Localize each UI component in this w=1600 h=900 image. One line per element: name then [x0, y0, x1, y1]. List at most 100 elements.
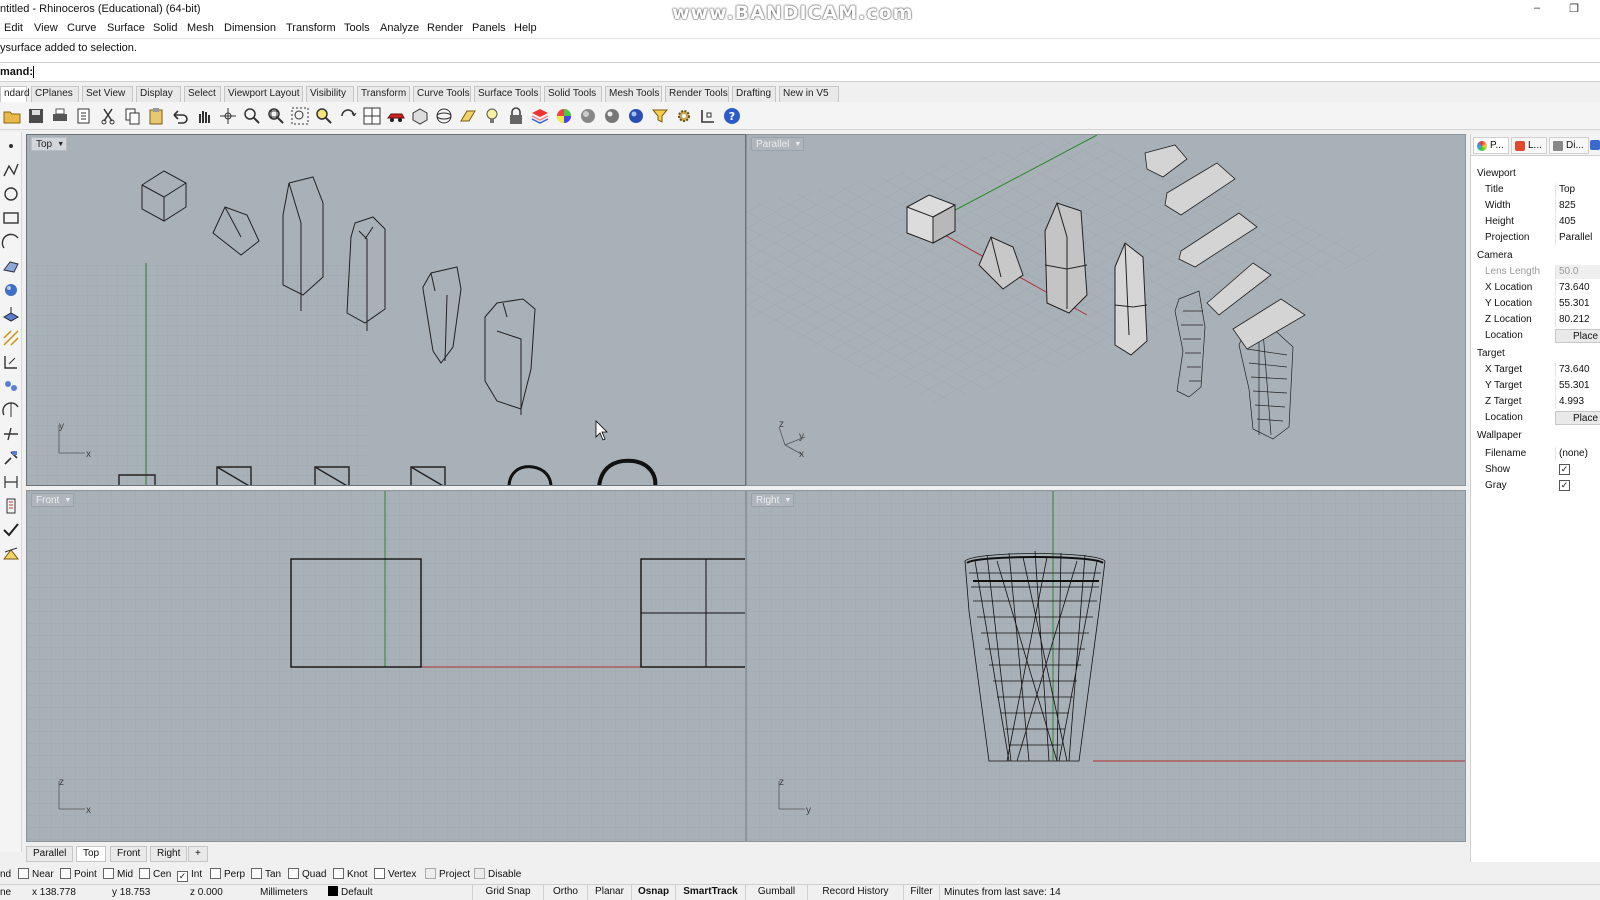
tab-layers[interactable]: L...: [1511, 137, 1547, 154]
prop-z-target[interactable]: Z Target 4.993: [1471, 394, 1600, 410]
vtab-top[interactable]: Top: [76, 846, 107, 862]
split-icon[interactable]: [1, 424, 21, 444]
tab-solid-tools[interactable]: Solid Tools: [544, 86, 602, 102]
osnap-icon[interactable]: [698, 106, 718, 126]
tab-display[interactable]: Di...: [1549, 137, 1589, 154]
prop-y-location[interactable]: Y Location 55.301: [1471, 296, 1600, 312]
smarttrack-toggle[interactable]: SmartTrack: [676, 885, 746, 900]
tab-render-tools[interactable]: Render Tools: [665, 86, 729, 102]
show-checkbox[interactable]: ✓: [1559, 464, 1570, 475]
zoom-icon[interactable]: [242, 106, 262, 126]
polyline-icon[interactable]: [1, 160, 21, 180]
arc-icon[interactable]: [1, 232, 21, 252]
open-icon[interactable]: [2, 106, 22, 126]
vtab-right[interactable]: Right: [150, 846, 188, 862]
tab-curve-tools[interactable]: Curve Tools: [413, 86, 471, 102]
four-viewports-icon[interactable]: [362, 106, 382, 126]
osnap-end[interactable]: nd: [0, 868, 11, 881]
vtab-front[interactable]: Front: [110, 846, 148, 862]
isometric-icon[interactable]: [410, 106, 430, 126]
menu-surface[interactable]: Surface: [107, 22, 145, 34]
zoom-window-icon[interactable]: [290, 106, 310, 126]
chevron-down-icon[interactable]: ▼: [64, 494, 71, 508]
osnap-near[interactable]: Near: [18, 868, 54, 881]
viewport-right[interactable]: Right ▼ z y: [746, 490, 1466, 842]
viewport-top[interactable]: Top ▼ y x: [26, 134, 746, 486]
tab-visibility[interactable]: Visibility: [306, 86, 354, 102]
tab-drafting[interactable]: Drafting: [732, 86, 776, 102]
light-icon[interactable]: [482, 106, 502, 126]
undo-icon[interactable]: [170, 106, 190, 126]
tab-mesh-tools[interactable]: Mesh Tools: [605, 86, 662, 102]
knot-checkbox[interactable]: [333, 868, 344, 879]
tab-new-in-v5[interactable]: New in V5: [779, 86, 839, 102]
color-wheel-icon[interactable]: [554, 106, 574, 126]
check-icon[interactable]: [1, 520, 21, 540]
viewport-top-label[interactable]: Top ▼: [31, 137, 68, 152]
rendered-sphere-icon[interactable]: [602, 106, 622, 126]
prop-height[interactable]: Height 405: [1471, 214, 1600, 230]
osnap-quad[interactable]: Quad: [288, 868, 326, 881]
point-checkbox[interactable]: [60, 868, 71, 879]
planar-toggle[interactable]: Planar: [588, 885, 632, 900]
rectangle-icon[interactable]: [1, 208, 21, 228]
minimize-button[interactable]: –: [1527, 2, 1547, 18]
analyze-icon[interactable]: [1, 544, 21, 564]
copy-icon[interactable]: [122, 106, 142, 126]
osnap-knot[interactable]: Knot: [333, 868, 368, 881]
menu-tools[interactable]: Tools: [344, 22, 370, 34]
tab-cplanes[interactable]: CPlanes: [31, 86, 79, 102]
tan-checkbox[interactable]: [251, 868, 262, 879]
osnap-cen[interactable]: Cen: [139, 868, 171, 881]
zoom-extents-icon[interactable]: [266, 106, 286, 126]
osnap-project[interactable]: Project: [425, 868, 470, 881]
add-viewport-tab-button[interactable]: +: [188, 846, 208, 862]
tab-display[interactable]: Display: [136, 86, 181, 102]
prop-gray[interactable]: Gray ✓: [1471, 478, 1600, 494]
sphere-view-icon[interactable]: [434, 106, 454, 126]
shaded-sphere-icon[interactable]: [578, 106, 598, 126]
osnap-tan[interactable]: Tan: [251, 868, 281, 881]
cplane-icon[interactable]: [458, 106, 478, 126]
select-filter-icon[interactable]: [650, 106, 670, 126]
menu-curve[interactable]: Curve: [67, 22, 96, 34]
gumball-toggle[interactable]: Gumball: [746, 885, 808, 900]
prop-projection[interactable]: Projection Parallel: [1471, 230, 1600, 246]
prop-title[interactable]: Title Top: [1471, 182, 1600, 198]
save-icon[interactable]: [26, 106, 46, 126]
filter-toggle[interactable]: Filter: [904, 885, 940, 900]
tab-viewport-layout[interactable]: Viewport Layout: [224, 86, 303, 102]
chevron-down-icon[interactable]: ▼: [57, 138, 64, 152]
viewport-parallel-label[interactable]: Parallel ▼: [751, 137, 805, 151]
status-cplane[interactable]: ne: [0, 886, 11, 900]
print-icon[interactable]: [50, 106, 70, 126]
quad-checkbox[interactable]: [288, 868, 299, 879]
vtab-parallel[interactable]: Parallel: [26, 846, 74, 862]
record-history-toggle[interactable]: Record History: [808, 885, 904, 900]
target-place-button[interactable]: Place: [1555, 411, 1600, 425]
zoom-selected-icon[interactable]: [314, 106, 334, 126]
tab-standard[interactable]: ndard: [0, 86, 30, 102]
text-icon[interactable]: [1, 496, 21, 516]
command-line[interactable]: mand:: [0, 62, 1600, 82]
import-icon[interactable]: [74, 106, 94, 126]
mid-checkbox[interactable]: [103, 868, 114, 879]
vertex-checkbox[interactable]: [374, 868, 385, 879]
menu-help[interactable]: Help: [514, 22, 537, 34]
perp-checkbox[interactable]: [210, 868, 221, 879]
menu-panels[interactable]: Panels: [472, 22, 506, 34]
menu-solid[interactable]: Solid: [153, 22, 177, 34]
transform-icon[interactable]: [1, 352, 21, 372]
paste-icon[interactable]: [146, 106, 166, 126]
prop-y-target[interactable]: Y Target 55.301: [1471, 378, 1600, 394]
lock-icon[interactable]: [506, 106, 526, 126]
dimension-icon[interactable]: [1, 472, 21, 492]
osnap-point[interactable]: Point: [60, 868, 97, 881]
viewport-front-label[interactable]: Front ▼: [31, 493, 75, 508]
render-blue-sphere-icon[interactable]: [626, 106, 646, 126]
disable-checkbox[interactable]: [474, 868, 485, 879]
prop-show[interactable]: Show ✓: [1471, 462, 1600, 478]
menu-edit[interactable]: Edit: [4, 22, 23, 34]
int-checkbox[interactable]: ✓: [177, 871, 188, 882]
menu-transform[interactable]: Transform: [286, 22, 336, 34]
